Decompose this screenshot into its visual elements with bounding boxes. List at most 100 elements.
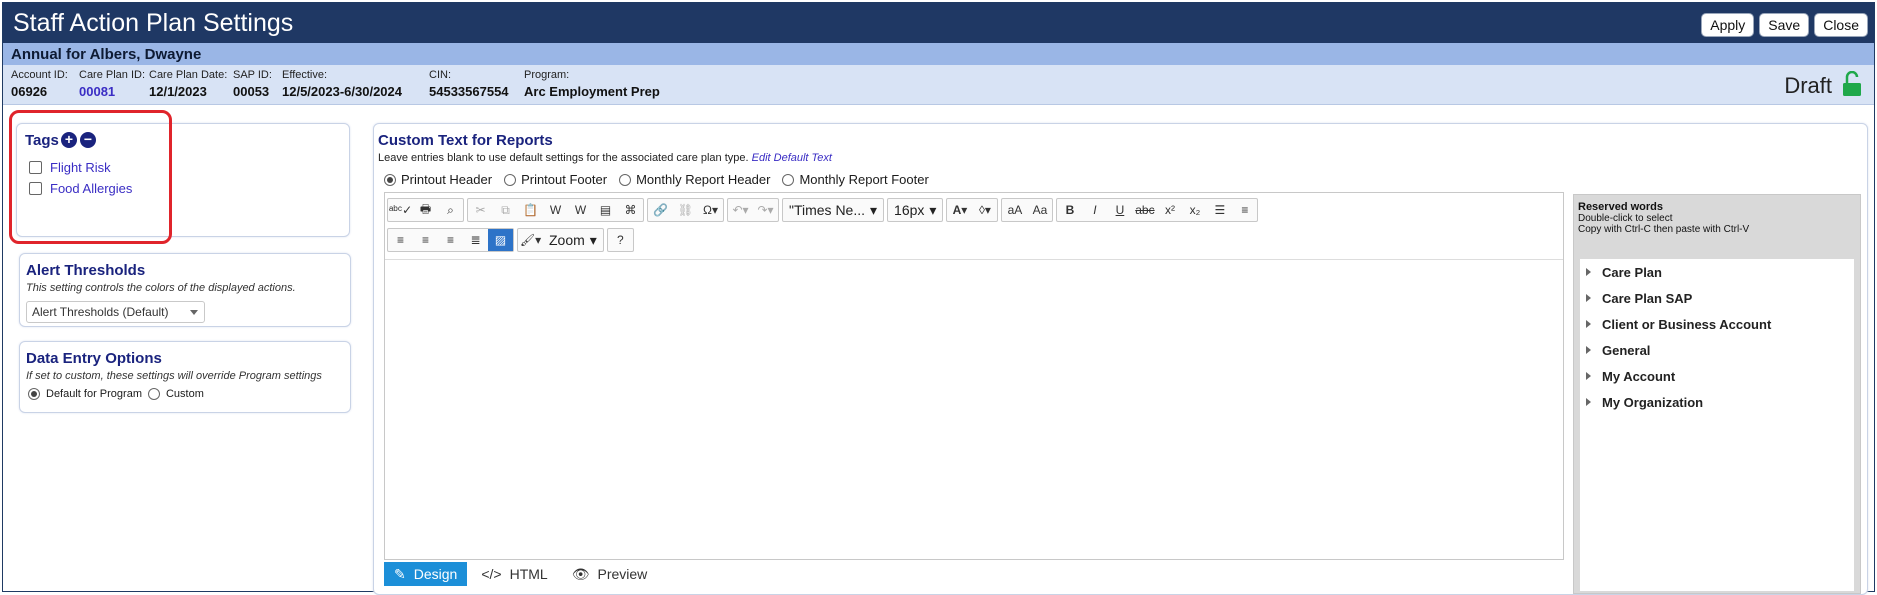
custom-text-title: Custom Text for Reports [378,132,553,149]
close-button[interactable]: Close [1814,13,1868,37]
paste-icon[interactable]: 📋 [518,199,543,221]
tree-item-my-organization[interactable]: My Organization [1580,389,1854,415]
highlight-color-icon[interactable]: ◊▾ [972,199,997,221]
unlock-icon[interactable] [1842,71,1862,97]
justify-icon[interactable]: ≣ [463,229,488,251]
undo-icon[interactable]: ↶▾ [728,199,753,221]
data-entry-panel: Data Entry Options If set to custom, the… [19,341,351,413]
chevron-down-icon: ▾ [929,201,937,218]
cut-icon[interactable]: ✂ [468,199,493,221]
caret-right-icon [1586,398,1591,406]
print-icon[interactable]: 🖶 [413,199,438,221]
editor-mode-tabs: ✎ Design </> HTML 👁 Preview [384,562,657,586]
data-entry-desc: If set to custom, these settings will ov… [26,370,322,382]
design-mode-tab[interactable]: ✎ Design [384,562,468,586]
no-format-icon[interactable]: ▨ [488,229,513,251]
underline-icon[interactable]: U [1107,199,1132,221]
italic-icon[interactable]: I [1082,199,1107,221]
dialog-window: Staff Action Plan Settings Apply Save Cl… [2,2,1875,595]
highlight-box [9,110,172,244]
custom-text-panel: Custom Text for Reports Leave entries bl… [373,123,1868,595]
cin-field: CIN: 54533567554 [429,69,509,99]
numbered-list-icon[interactable]: ☰ [1207,199,1232,221]
alert-thresholds-panel: Alert Thresholds This setting controls t… [19,253,351,327]
title-bar: Staff Action Plan Settings Apply Save Cl… [3,3,1874,43]
info-bar: Account ID: 06926 Care Plan ID: 00081 Ca… [3,65,1874,105]
paste-word-icon[interactable]: W [543,199,568,221]
special-char-icon[interactable]: Ω▾ [698,199,723,221]
reserved-words-panel: Reserved words Double-click to select Co… [1573,194,1861,594]
pencil-icon: ✎ [394,565,406,582]
zoom-select[interactable]: Zoom ▾ [543,229,603,251]
paste-text-icon[interactable]: ▤ [593,199,618,221]
font-family-select[interactable]: "Times Ne... ▾ [783,199,883,221]
save-button[interactable]: Save [1759,13,1810,37]
link-icon[interactable]: 🔗 [648,199,673,221]
apply-button[interactable]: Apply [1701,13,1755,37]
reserved-words-title: Reserved words [1578,201,1663,213]
monthly-header-radio[interactable] [619,173,632,186]
redo-icon[interactable]: ↷▾ [753,199,778,221]
font-color-icon[interactable]: A ▾ [947,199,972,221]
default-program-radio[interactable] [28,388,40,400]
custom-text-desc: Leave entries blank to use default setti… [378,152,832,164]
tree-item-care-plan-sap[interactable]: Care Plan SAP [1580,285,1854,311]
uppercase-icon[interactable]: Aa [1027,199,1052,221]
strikethrough-icon[interactable]: abc [1132,199,1157,221]
status-label: Draft [1784,73,1832,98]
align-left-icon[interactable]: ≡ [388,229,413,251]
alert-thresholds-title: Alert Thresholds [26,262,146,279]
bold-icon[interactable]: B [1057,199,1082,221]
rich-text-editor: ᵃᵇᶜ✓ 🖶 ⌕ ✂ ⧉ 📋 W W ▤ ⌘ 🔗 ⛓ Ω▾ ↶▾ ↷▾ "Tim… [384,192,1564,560]
align-right-icon[interactable]: ≡ [438,229,463,251]
copy-icon[interactable]: ⧉ [493,199,518,221]
eye-icon: 👁 [571,565,590,582]
custom-radio[interactable] [147,388,160,400]
chevron-down-icon: ▾ [870,201,878,218]
superscript-icon[interactable]: x² [1157,199,1182,221]
plan-subheader: Annual for Albers, Dwayne [3,43,1874,65]
program-field: Program: Arc Employment Prep [524,69,660,99]
printout-footer-radio[interactable] [504,173,517,186]
code-icon: </> [481,566,502,582]
format-painter-icon[interactable]: 🖌▾ [518,229,543,251]
lowercase-icon[interactable]: aA [1002,199,1027,221]
spellcheck-icon[interactable]: ᵃᵇᶜ✓ [388,199,413,221]
care-plan-id-field: Care Plan ID: 00081 [79,69,146,99]
font-size-select[interactable]: 16px ▾ [888,199,942,221]
alert-thresholds-select[interactable]: Alert Thresholds (Default) [26,301,205,323]
tree-item-care-plan[interactable]: Care Plan [1580,259,1854,285]
editor-content-area[interactable] [385,259,1563,559]
tree-item-general[interactable]: General [1580,337,1854,363]
align-center-icon[interactable]: ≡ [413,229,438,251]
editor-toolbar-row-1: ᵃᵇᶜ✓ 🖶 ⌕ ✂ ⧉ 📋 W W ▤ ⌘ 🔗 ⛓ Ω▾ ↶▾ ↷▾ "Tim… [385,193,1563,223]
paste-html-icon[interactable]: ⌘ [618,199,643,221]
tree-item-my-account[interactable]: My Account [1580,363,1854,389]
caret-right-icon [1586,372,1591,380]
tree-item-client-account[interactable]: Client or Business Account [1580,311,1854,337]
edit-default-text-link[interactable]: Edit Default Text [752,152,832,164]
account-id-field: Account ID: 06926 [11,69,68,99]
printout-header-radio[interactable] [384,173,396,186]
editor-toolbar-row-2: ≡ ≡ ≡ ≣ ▨ 🖌▾ Zoom ▾ ? [385,223,1563,253]
caret-right-icon [1586,346,1591,354]
subscript-icon[interactable]: x₂ [1182,199,1207,221]
html-mode-tab[interactable]: </> HTML [471,562,557,586]
bulleted-list-icon[interactable]: ≡ [1232,199,1257,221]
chevron-down-icon [190,310,198,315]
unlink-icon[interactable]: ⛓ [673,199,698,221]
monthly-footer-radio[interactable] [782,173,795,186]
reserved-words-tree: Care Plan Care Plan SAP Client or Busine… [1580,259,1854,591]
care-plan-id-link[interactable]: 00081 [79,84,145,99]
report-section-radios: Printout Header Printout Footer Monthly … [384,172,935,187]
caret-right-icon [1586,294,1591,302]
sap-id-field: SAP ID: 00053 [233,69,272,99]
window-title: Staff Action Plan Settings [13,9,294,37]
find-icon[interactable]: ⌕ [438,199,463,221]
help-icon[interactable]: ? [608,229,633,251]
preview-mode-tab[interactable]: 👁 Preview [562,562,658,586]
alert-thresholds-desc: This setting controls the colors of the … [26,282,296,294]
paste-word-alt-icon[interactable]: W [568,199,593,221]
care-plan-date-field: Care Plan Date: 12/1/2023 [149,69,228,99]
caret-right-icon [1586,320,1591,328]
